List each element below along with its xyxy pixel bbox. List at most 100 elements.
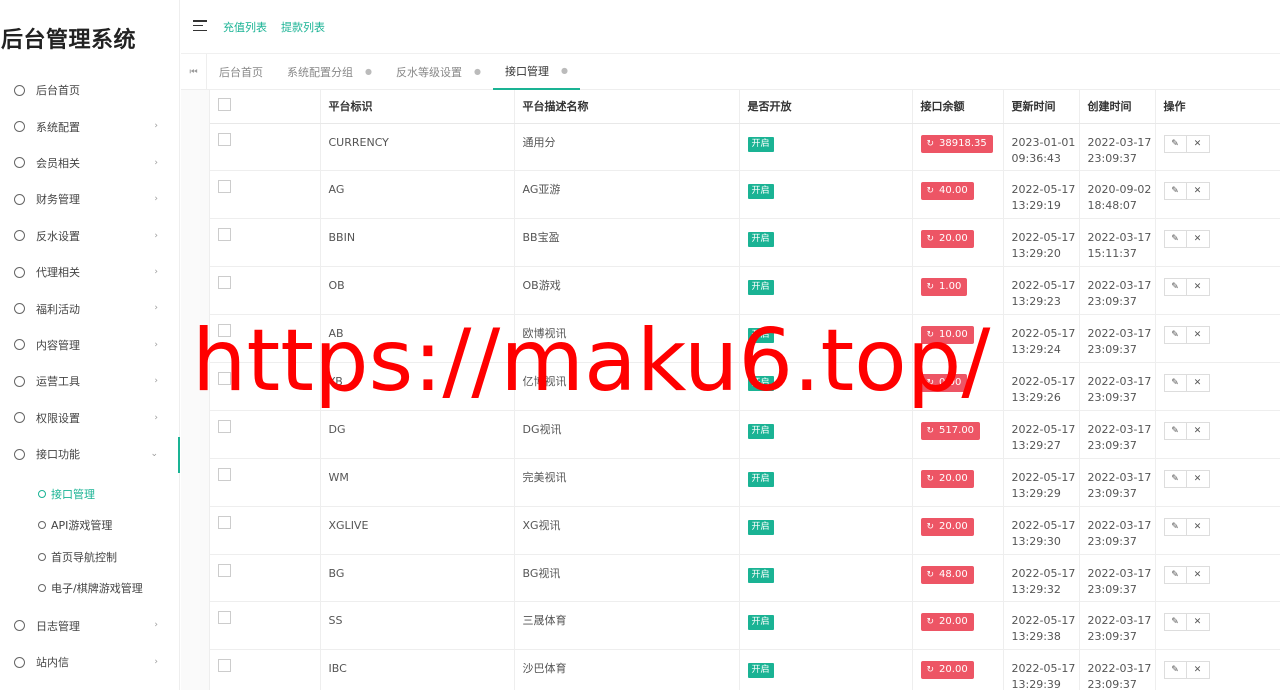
menu-circle-icon bbox=[14, 448, 25, 460]
row-checkbox[interactable] bbox=[218, 515, 231, 529]
row-checkbox[interactable] bbox=[218, 228, 231, 242]
row-checkbox[interactable] bbox=[218, 180, 231, 194]
open-badge[interactable]: 开启 bbox=[747, 280, 774, 296]
sidebar-subitem[interactable]: 接口管理 bbox=[0, 478, 180, 509]
balance-refresh-button[interactable]: ↻ 1.00 bbox=[920, 278, 968, 297]
sidebar-item[interactable]: 系统配置 › bbox=[0, 108, 180, 144]
sidebar-item[interactable]: 内容管理 › bbox=[0, 327, 180, 363]
tab-scroll-left-icon[interactable]: ⏮ bbox=[181, 53, 207, 90]
row-checkbox[interactable] bbox=[218, 467, 231, 481]
sidebar-item[interactable]: 代理相关 › bbox=[0, 254, 180, 290]
sidebar-item[interactable]: 日志管理 › bbox=[0, 607, 180, 643]
sidebar-item[interactable]: 站内信 › bbox=[0, 644, 180, 680]
row-checkbox[interactable] bbox=[218, 419, 231, 433]
delete-icon[interactable]: ✕ bbox=[1186, 278, 1210, 297]
open-badge[interactable]: 开启 bbox=[747, 136, 774, 152]
row-checkbox[interactable] bbox=[218, 611, 231, 625]
tab-item[interactable]: 后台首页 bbox=[207, 54, 275, 90]
balance-refresh-button[interactable]: ↻ 10.00 bbox=[920, 326, 974, 345]
menu-toggle-icon[interactable] bbox=[193, 20, 207, 31]
balance-refresh-button[interactable]: ↻ 20.00 bbox=[920, 230, 974, 249]
row-checkbox[interactable] bbox=[218, 659, 231, 673]
sidebar-item[interactable]: 接口功能 ⌄ bbox=[0, 436, 180, 472]
edit-icon[interactable]: ✎ bbox=[1163, 278, 1187, 297]
sidebar-item[interactable]: 权限设置 › bbox=[0, 400, 180, 436]
sidebar-item[interactable]: 财务管理 › bbox=[0, 181, 180, 217]
balance-cell: ↻ 0.00 bbox=[912, 362, 1004, 411]
edit-icon[interactable]: ✎ bbox=[1163, 613, 1187, 632]
row-checkbox[interactable] bbox=[218, 371, 231, 385]
balance-refresh-button[interactable]: ↻ 40.00 bbox=[920, 182, 974, 201]
sidebar-item[interactable]: 反水设置 › bbox=[0, 218, 180, 254]
tab-item[interactable]: 反水等级设置 ● bbox=[384, 54, 493, 90]
delete-icon[interactable]: ✕ bbox=[1186, 230, 1210, 249]
balance-refresh-button[interactable]: ↻ 20.00 bbox=[920, 613, 974, 632]
open-badge[interactable]: 开启 bbox=[747, 519, 774, 535]
delete-icon[interactable]: ✕ bbox=[1186, 661, 1210, 680]
row-checkbox[interactable] bbox=[218, 276, 231, 290]
balance-value: 1.00 bbox=[939, 281, 962, 293]
edit-icon[interactable]: ✎ bbox=[1163, 565, 1187, 584]
row-checkbox[interactable] bbox=[218, 324, 231, 338]
open-badge[interactable]: 开启 bbox=[747, 328, 774, 344]
balance-refresh-button[interactable]: ↻ 48.00 bbox=[920, 565, 974, 584]
delete-icon[interactable]: ✕ bbox=[1186, 565, 1210, 584]
edit-icon[interactable]: ✎ bbox=[1163, 230, 1187, 249]
edit-icon[interactable]: ✎ bbox=[1163, 469, 1187, 488]
open-badge[interactable]: 开启 bbox=[747, 471, 774, 487]
sidebar-subitem[interactable]: API游戏管理 bbox=[0, 510, 180, 541]
open-badge[interactable]: 开启 bbox=[747, 375, 774, 391]
tab-item[interactable]: 接口管理 ● bbox=[492, 54, 580, 90]
open-badge[interactable]: 开启 bbox=[747, 663, 774, 679]
open-badge[interactable]: 开启 bbox=[747, 567, 774, 583]
edit-icon[interactable]: ✎ bbox=[1163, 182, 1187, 201]
menu-circle-icon bbox=[14, 656, 25, 668]
edit-icon[interactable]: ✎ bbox=[1163, 421, 1187, 440]
created-clock: 23:09:37 bbox=[1087, 678, 1137, 690]
tab-close-icon[interactable]: ● bbox=[561, 66, 568, 75]
refresh-icon: ↻ bbox=[926, 282, 935, 293]
open-badge[interactable]: 开启 bbox=[747, 423, 774, 439]
withdraw-list-link[interactable]: 提款列表 bbox=[281, 19, 325, 35]
delete-icon[interactable]: ✕ bbox=[1186, 182, 1210, 201]
sidebar-item[interactable]: 会员相关 › bbox=[0, 145, 180, 181]
balance-refresh-button[interactable]: ↻ 517.00 bbox=[920, 421, 981, 440]
created-date: 2022-03-17 bbox=[1087, 518, 1152, 532]
tab-item[interactable]: 系统配置分组 ● bbox=[275, 54, 384, 90]
edit-icon[interactable]: ✎ bbox=[1163, 134, 1187, 153]
open-badge[interactable]: 开启 bbox=[747, 232, 774, 248]
balance-refresh-button[interactable]: ↻ 20.00 bbox=[920, 469, 974, 488]
delete-icon[interactable]: ✕ bbox=[1186, 421, 1210, 440]
edit-icon[interactable]: ✎ bbox=[1163, 661, 1187, 680]
recharge-list-link[interactable]: 充值列表 bbox=[223, 19, 267, 35]
sidebar-item[interactable]: 运营工具 › bbox=[0, 363, 180, 399]
delete-icon[interactable]: ✕ bbox=[1186, 613, 1210, 632]
actions-cell: ✎ ✕ bbox=[1155, 123, 1280, 172]
tab-close-icon[interactable]: ● bbox=[474, 67, 481, 76]
delete-icon[interactable]: ✕ bbox=[1186, 373, 1210, 392]
sidebar-item[interactable]: 福利活动 › bbox=[0, 290, 180, 326]
delete-icon[interactable]: ✕ bbox=[1186, 326, 1210, 345]
delete-icon[interactable]: ✕ bbox=[1186, 517, 1210, 536]
edit-icon[interactable]: ✎ bbox=[1163, 373, 1187, 392]
sidebar-item-label: 代理相关 bbox=[36, 266, 80, 280]
sidebar-subitem[interactable]: 首页导航控制 bbox=[0, 541, 180, 572]
select-all-checkbox[interactable] bbox=[218, 98, 231, 112]
sidebar-subitem[interactable]: 电子/棋牌游戏管理 bbox=[0, 572, 180, 603]
delete-icon[interactable]: ✕ bbox=[1186, 134, 1210, 153]
tab-close-icon[interactable]: ● bbox=[365, 67, 372, 76]
open-badge[interactable]: 开启 bbox=[747, 615, 774, 631]
balance-refresh-button[interactable]: ↻ 20.00 bbox=[920, 517, 974, 536]
created-clock: 18:48:07 bbox=[1087, 199, 1137, 213]
balance-refresh-button[interactable]: ↻ 20.00 bbox=[920, 661, 974, 680]
edit-icon[interactable]: ✎ bbox=[1163, 326, 1187, 345]
created-clock: 23:09:37 bbox=[1087, 630, 1137, 644]
edit-icon[interactable]: ✎ bbox=[1163, 517, 1187, 536]
delete-icon[interactable]: ✕ bbox=[1186, 469, 1210, 488]
sidebar-item[interactable]: 后台首页 bbox=[0, 72, 180, 108]
balance-refresh-button[interactable]: ↻ 38918.35 bbox=[920, 134, 993, 153]
open-badge[interactable]: 开启 bbox=[747, 184, 774, 200]
balance-refresh-button[interactable]: ↻ 0.00 bbox=[920, 373, 968, 392]
row-checkbox[interactable] bbox=[218, 132, 231, 146]
row-checkbox[interactable] bbox=[218, 563, 231, 577]
